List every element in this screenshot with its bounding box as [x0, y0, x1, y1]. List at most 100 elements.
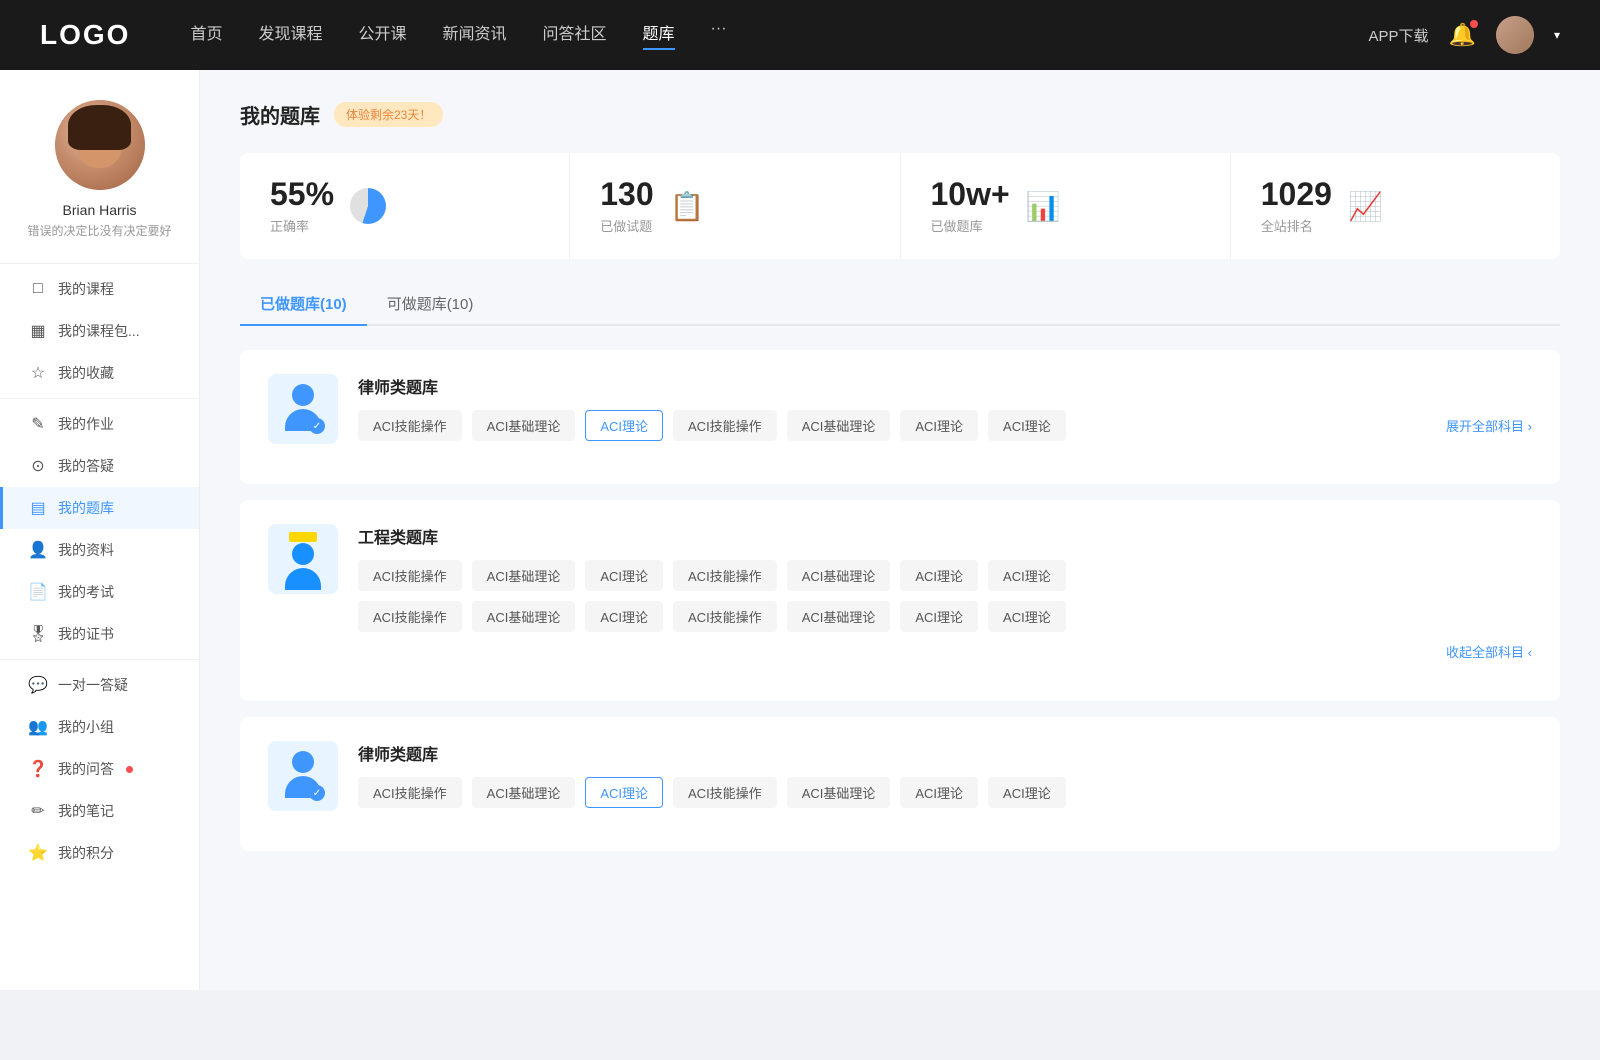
note-icon: ✏ [28, 801, 48, 821]
law2-tag-6[interactable]: ACI理论 [900, 777, 978, 808]
engineer-body [285, 568, 321, 590]
law2-tag-7[interactable]: ACI理论 [988, 777, 1066, 808]
expand-link-1[interactable]: 展开全部科目 [1436, 416, 1532, 435]
nav-more[interactable]: ··· [711, 20, 727, 50]
lawyer-head [292, 384, 314, 406]
sidebar-item-myqbank[interactable]: ▤ 我的题库 [0, 487, 199, 529]
qbank-card-1: ✓ 律师类题库 ACI技能操作 ACI基础理论 ACI理论 ACI技能操作 AC… [240, 350, 1560, 484]
sidebar-label-myhomework: 我的作业 [58, 414, 114, 434]
tab-available-banks[interactable]: 可做题库(10) [367, 283, 494, 324]
eng-tag-r2-2[interactable]: ACI基础理论 [472, 601, 576, 632]
sidebar-item-myhomework[interactable]: ✎ 我的作业 [0, 403, 199, 445]
eng-tag-3[interactable]: ACI理论 [585, 560, 663, 591]
law2-tag-active[interactable]: ACI理论 [585, 777, 663, 808]
eng-tag-1[interactable]: ACI技能操作 [358, 560, 462, 591]
qbank-icon: ▤ [28, 498, 48, 518]
sidebar-label-mycourse: 我的课程 [58, 279, 114, 299]
stat-rank-info: 1029 全站排名 [1261, 177, 1332, 235]
qbank-card-1-content: 律师类题库 ACI技能操作 ACI基础理论 ACI理论 ACI技能操作 ACI基… [358, 374, 1532, 441]
stat-accuracy: 55% 正确率 [240, 153, 570, 259]
nav-opencourse[interactable]: 公开课 [358, 20, 406, 50]
tag-aci-theory-3[interactable]: ACI理论 [988, 410, 1066, 441]
nav-qa[interactable]: 问答社区 [543, 20, 607, 50]
sidebar-item-mypackage[interactable]: ▦ 我的课程包... [0, 310, 199, 352]
tag-aci-skill-1[interactable]: ACI技能操作 [358, 410, 462, 441]
sidebar-item-mynote[interactable]: ✏ 我的笔记 [0, 790, 199, 832]
quiz-icon: 📊 [1026, 190, 1061, 223]
qbank-card-1-title: 律师类题库 [358, 374, 1532, 398]
sidebar-item-onetoone[interactable]: 💬 一对一答疑 [0, 664, 199, 706]
question-notification-dot [126, 766, 133, 773]
eng-tag-r2-7[interactable]: ACI理论 [988, 601, 1066, 632]
qbank-card-2: 工程类题库 ACI技能操作 ACI基础理论 ACI理论 ACI技能操作 ACI基… [240, 500, 1560, 701]
eng-tag-4[interactable]: ACI技能操作 [673, 560, 777, 591]
eng-tag-7[interactable]: ACI理论 [988, 560, 1066, 591]
sidebar-item-myqa[interactable]: ⊙ 我的答疑 [0, 445, 199, 487]
tag-aci-basic-2[interactable]: ACI基础理论 [787, 410, 891, 441]
eng-tag-5[interactable]: ACI基础理论 [787, 560, 891, 591]
tag-aci-skill-2[interactable]: ACI技能操作 [673, 410, 777, 441]
law2-tag-1[interactable]: ACI技能操作 [358, 777, 462, 808]
homework-icon: ✎ [28, 414, 48, 434]
sidebar-divider-1 [0, 398, 199, 399]
stat-done-questions-info: 130 已做试题 [600, 177, 653, 235]
eng-tag-r2-5[interactable]: ACI基础理论 [787, 601, 891, 632]
nav-right: APP下载 🔔 ▾ [1369, 16, 1560, 54]
sidebar-menu: □ 我的课程 ▦ 我的课程包... ☆ 我的收藏 ✎ 我的作业 ⊙ 我的答疑 ▤ [0, 268, 199, 874]
qbank-card-2-title: 工程类题库 [358, 524, 1532, 548]
eng-tag-r2-1[interactable]: ACI技能操作 [358, 601, 462, 632]
nav-discover[interactable]: 发现课程 [258, 20, 322, 50]
tag-aci-theory-2[interactable]: ACI理论 [900, 410, 978, 441]
sidebar-item-myexam[interactable]: 📄 我的考试 [0, 571, 199, 613]
sidebar-item-mycertificate[interactable]: 🎖 我的证书 [0, 613, 199, 655]
sidebar-item-myfavorite[interactable]: ☆ 我的收藏 [0, 352, 199, 394]
eng-tag-r2-6[interactable]: ACI理论 [900, 601, 978, 632]
qbank-card-2-tags-row1: ACI技能操作 ACI基础理论 ACI理论 ACI技能操作 ACI基础理论 AC… [358, 560, 1532, 591]
qbank-card-1-tags: ACI技能操作 ACI基础理论 ACI理论 ACI技能操作 ACI基础理论 AC… [358, 410, 1532, 441]
sidebar-label-myqbank: 我的题库 [58, 498, 114, 518]
tag-aci-basic-1[interactable]: ACI基础理论 [472, 410, 576, 441]
sidebar-label-mynote: 我的笔记 [58, 801, 114, 821]
nav-home[interactable]: 首页 [190, 20, 222, 50]
collapse-link-wrap: 收起全部科目 [358, 642, 1532, 661]
eng-tag-2[interactable]: ACI基础理论 [472, 560, 576, 591]
eng-tag-6[interactable]: ACI理论 [900, 560, 978, 591]
certificate-icon: 🎖 [28, 624, 48, 644]
sidebar-item-myprofile[interactable]: 👤 我的资料 [0, 529, 199, 571]
nav-questionbank[interactable]: 题库 [643, 20, 675, 50]
sidebar-item-mycourse[interactable]: □ 我的课程 [0, 268, 199, 310]
sidebar-item-mygroup[interactable]: 👥 我的小组 [0, 706, 199, 748]
logo: LOGO [40, 19, 130, 51]
group-icon: 👥 [28, 717, 48, 737]
sidebar-item-mypoints[interactable]: ⭐ 我的积分 [0, 832, 199, 874]
favorite-icon: ☆ [28, 363, 48, 383]
app-download-button[interactable]: APP下载 [1369, 25, 1429, 46]
nav-news[interactable]: 新闻资讯 [443, 20, 507, 50]
sidebar-item-myquestion[interactable]: ❓ 我的问答 [0, 748, 199, 790]
notes-icon: 📋 [670, 190, 705, 223]
user-dropdown-arrow[interactable]: ▾ [1554, 28, 1560, 42]
collapse-link-2[interactable]: 收起全部科目 [358, 642, 1532, 661]
stat-rank-number: 1029 [1261, 177, 1332, 212]
course-icon: □ [28, 280, 48, 298]
tab-done-banks[interactable]: 已做题库(10) [240, 283, 367, 324]
sidebar-divider-2 [0, 659, 199, 660]
eng-tag-r2-4[interactable]: ACI技能操作 [673, 601, 777, 632]
law2-tag-4[interactable]: ACI技能操作 [673, 777, 777, 808]
law2-tag-5[interactable]: ACI基础理论 [787, 777, 891, 808]
stats-row: 55% 正确率 130 已做试题 📋 10w+ 已做题库 📊 [240, 153, 1560, 259]
package-icon: ▦ [28, 321, 48, 341]
stat-done-banks-number: 10w+ [931, 177, 1010, 212]
qbank-card-2-header: 工程类题库 ACI技能操作 ACI基础理论 ACI理论 ACI技能操作 ACI基… [268, 524, 1532, 661]
stat-done-banks-label: 已做题库 [931, 216, 1010, 235]
user-avatar[interactable] [1496, 16, 1534, 54]
trial-badge: 体验剩余23天！ [334, 102, 443, 127]
tag-aci-theory-active-1[interactable]: ACI理论 [585, 410, 663, 441]
stat-accuracy-number: 55% [270, 177, 334, 212]
avatar-image [1496, 16, 1534, 54]
sidebar-label-mypackage: 我的课程包... [58, 321, 140, 341]
lawyer-person-icon-2: ✓ [281, 751, 325, 801]
bell-button[interactable]: 🔔 [1449, 22, 1476, 48]
law2-tag-2[interactable]: ACI基础理论 [472, 777, 576, 808]
eng-tag-r2-3[interactable]: ACI理论 [585, 601, 663, 632]
